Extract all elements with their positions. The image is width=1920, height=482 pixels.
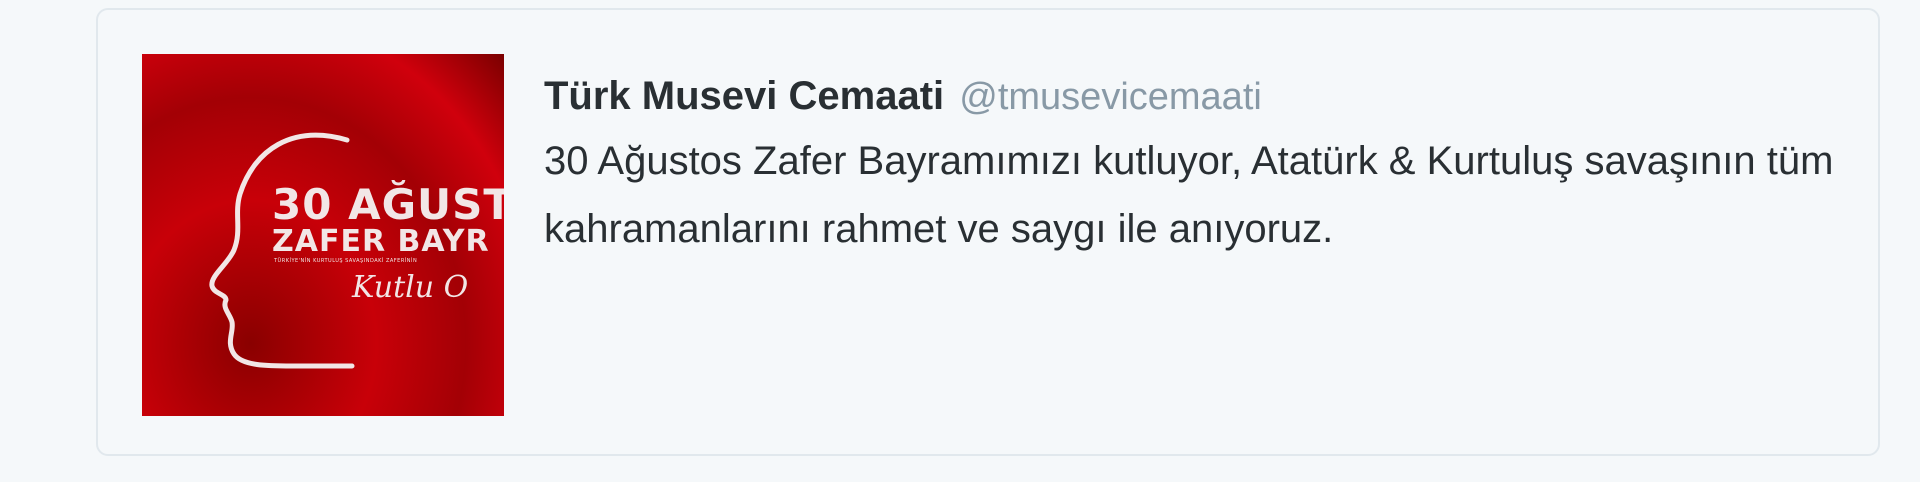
- tweet-card[interactable]: 30 AĞUST ZAFER BAYR TÜRKİYE'NİN KURTULUŞ…: [96, 8, 1880, 456]
- media-script-text: Kutlu O: [352, 270, 469, 305]
- author-handle[interactable]: @tmusevicemaati: [959, 76, 1262, 118]
- tweet-media-image[interactable]: 30 AĞUST ZAFER BAYR TÜRKİYE'NİN KURTULUŞ…: [142, 54, 504, 416]
- media-subheadline: ZAFER BAYR: [272, 224, 490, 259]
- tweet-text: 30 Ağustos Zafer Bayramımızı kutluyor, A…: [544, 139, 1834, 251]
- tweet-header: Türk Musevi Cemaati @tmusevicemaati: [544, 66, 1844, 127]
- media-headline: 30 AĞUST: [272, 180, 504, 229]
- tweet-content: Türk Musevi Cemaati @tmusevicemaati 30 A…: [544, 66, 1844, 263]
- author-name[interactable]: Türk Musevi Cemaati: [544, 74, 944, 118]
- media-caption: TÜRKİYE'NİN KURTULUŞ SAVAŞINDAKİ ZAFERİN…: [274, 258, 418, 264]
